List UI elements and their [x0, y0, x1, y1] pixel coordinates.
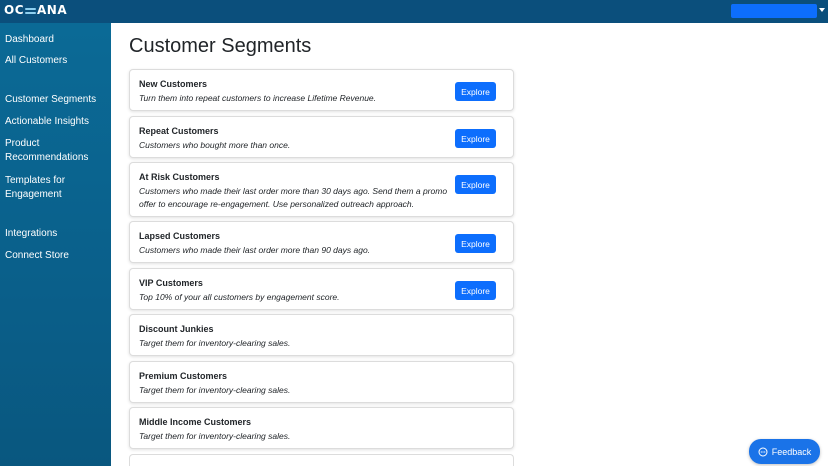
sidebar-item-customer-segments[interactable]: Customer Segments	[5, 93, 109, 107]
segment-description: Customers who bought more than once.	[139, 140, 291, 150]
explore-button-vip-customers[interactable]: Explore	[455, 281, 496, 300]
segment-card-partial	[129, 454, 514, 466]
oceana-logo[interactable]: OC ANA	[4, 3, 67, 17]
sidebar: Dashboard All Customers Customer Segment…	[0, 23, 111, 466]
sidebar-item-templates-for-engagement[interactable]: Templates for Engagement	[5, 174, 75, 202]
segment-description: Top 10% of your all customers by engagem…	[139, 292, 340, 302]
sidebar-item-connect-store[interactable]: Connect Store	[5, 249, 109, 263]
page-title: Customer Segments	[129, 35, 312, 57]
segment-card-lapsed-customers: Lapsed Customers Customers who made thei…	[129, 221, 514, 263]
segment-name: Repeat Customers	[139, 126, 219, 136]
segment-description: Turn them into repeat customers to incre…	[139, 93, 377, 103]
sidebar-item-all-customers[interactable]: All Customers	[5, 54, 109, 68]
segment-name: At Risk Customers	[139, 172, 220, 182]
feedback-label: Feedback	[771, 446, 812, 457]
segment-card-discount-junkies: Discount Junkies Target them for invento…	[129, 314, 514, 356]
segment-card-repeat-customers: Repeat Customers Customers who bought mo…	[129, 116, 514, 158]
segment-description: Target them for inventory-clearing sales…	[139, 338, 291, 348]
segment-card-middle-income-customers: Middle Income Customers Target them for …	[129, 407, 514, 449]
feedback-button[interactable]: Feedback	[749, 439, 820, 464]
segment-name: Discount Junkies	[139, 324, 214, 334]
explore-button-at-risk-customers[interactable]: Explore	[455, 175, 496, 194]
segment-description: Target them for inventory-clearing sales…	[139, 431, 291, 441]
sidebar-item-integrations[interactable]: Integrations	[5, 227, 109, 241]
segment-description: Target them for inventory-clearing sales…	[139, 385, 291, 395]
segment-name: VIP Customers	[139, 278, 203, 288]
chevron-down-icon[interactable]	[819, 8, 825, 12]
segment-card-premium-customers: Premium Customers Target them for invent…	[129, 361, 514, 403]
sidebar-item-product-recommendations[interactable]: Product Recommendations	[5, 137, 95, 165]
segment-card-new-customers: New Customers Turn them into repeat cust…	[129, 69, 514, 111]
sidebar-item-dashboard[interactable]: Dashboard	[5, 33, 109, 47]
explore-button-new-customers[interactable]: Explore	[455, 82, 496, 101]
segment-description: Customers who made their last order more…	[139, 245, 371, 255]
explore-button-repeat-customers[interactable]: Explore	[455, 129, 496, 148]
segment-name: Lapsed Customers	[139, 231, 221, 241]
wave-icon	[25, 6, 37, 15]
segment-description: Customers who made their last order more…	[139, 186, 448, 209]
sidebar-item-actionable-insights[interactable]: Actionable Insights	[5, 115, 109, 129]
chat-bubble-icon	[758, 447, 768, 456]
segment-card-at-risk-customers: At Risk Customers Customers who made the…	[129, 162, 514, 217]
user-menu-button[interactable]	[731, 4, 817, 18]
segment-name: Middle Income Customers	[139, 417, 252, 427]
logo-text-right: ANA	[37, 3, 68, 17]
explore-button-lapsed-customers[interactable]: Explore	[455, 234, 496, 253]
segment-name: Premium Customers	[139, 371, 228, 381]
segment-card-vip-customers: VIP Customers Top 10% of your all custom…	[129, 268, 514, 310]
top-navbar: OC ANA	[0, 0, 828, 23]
logo-text-left: OC	[4, 3, 25, 17]
segment-name: New Customers	[139, 79, 208, 89]
main-content: Customer Segments New Customers Turn the…	[111, 23, 828, 466]
